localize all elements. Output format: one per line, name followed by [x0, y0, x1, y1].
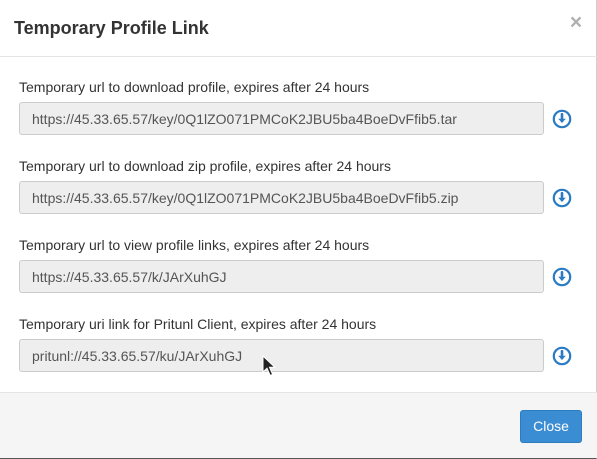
download-circle-icon[interactable]	[552, 346, 572, 366]
close-icon[interactable]: ×	[568, 12, 584, 35]
download-profile-url-input[interactable]	[19, 102, 544, 135]
dialog-title: Temporary Profile Link	[14, 18, 209, 38]
pritunl-client-uri-input[interactable]	[19, 339, 544, 372]
download-profile-label: Temporary url to download profile, expir…	[19, 79, 370, 95]
close-button[interactable]: Close	[520, 410, 582, 443]
download-zip-profile-url-input[interactable]	[19, 181, 544, 214]
view-profile-links-url-input[interactable]	[19, 260, 544, 293]
mouse-cursor-icon	[262, 355, 276, 377]
download-zip-profile-label: Temporary url to download zip profile, e…	[19, 158, 391, 174]
pritunl-client-uri-label: Temporary uri link for Pritunl Client, e…	[19, 316, 377, 332]
dialog-footer: Close	[0, 392, 597, 458]
download-circle-icon[interactable]	[552, 267, 572, 287]
temporary-profile-link-dialog: Temporary Profile Link × Temporary url t…	[0, 0, 597, 459]
download-circle-icon[interactable]	[552, 188, 572, 208]
download-circle-icon[interactable]	[552, 109, 572, 129]
dialog-header: Temporary Profile Link ×	[0, 0, 597, 57]
view-profile-links-label: Temporary url to view profile links, exp…	[19, 237, 370, 253]
